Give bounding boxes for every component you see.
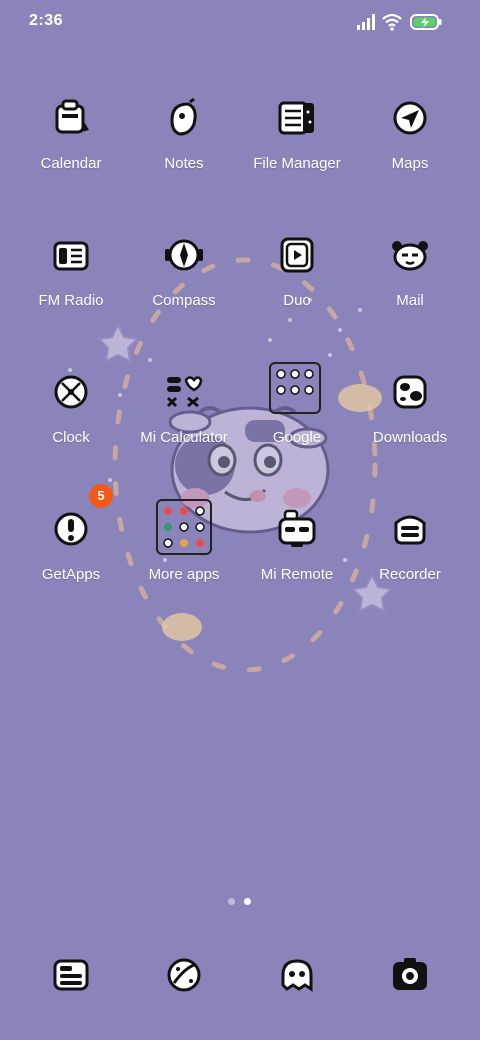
app-fm-radio[interactable]: FM Radio xyxy=(16,235,126,355)
app-label: Mi Remote xyxy=(260,566,334,583)
app-label: Duo xyxy=(283,292,311,309)
signal-icon xyxy=(357,14,375,30)
app-label: Compass xyxy=(152,292,216,309)
wifi-icon xyxy=(382,13,402,31)
app-mi-remote[interactable]: Mi Remote xyxy=(242,509,352,629)
app-recorder[interactable]: Recorder xyxy=(355,509,465,629)
page-indicator xyxy=(228,898,254,906)
more-apps-folder-icon xyxy=(156,499,212,555)
app-clock[interactable]: Clock xyxy=(16,372,126,492)
app-notes[interactable]: Notes xyxy=(129,98,239,218)
app-label: GetApps xyxy=(41,566,101,583)
calculator-icon xyxy=(166,376,203,408)
file-manager-icon xyxy=(278,101,314,135)
duo-icon xyxy=(280,237,314,273)
app-label: More apps xyxy=(148,566,220,583)
recorder-icon xyxy=(394,515,426,545)
app-label: Calendar xyxy=(40,155,102,172)
downloads-icon xyxy=(393,375,427,409)
app-label: Mail xyxy=(396,292,424,309)
clock-icon xyxy=(54,375,88,409)
app-label: Notes xyxy=(164,155,204,172)
app-label: Clock xyxy=(52,429,90,446)
radio-icon xyxy=(53,241,89,271)
app-downloads[interactable]: Downloads xyxy=(355,372,465,492)
page-dot-2-active[interactable] xyxy=(244,898,251,905)
status-icons xyxy=(356,13,452,31)
google-folder-icon xyxy=(269,362,321,414)
status-time: 2:36 xyxy=(29,12,64,29)
app-google-folder[interactable]: Google xyxy=(242,362,352,492)
status-bar: 2:36 xyxy=(0,0,480,44)
app-compass[interactable]: Compass xyxy=(129,235,239,355)
app-mi-calculator[interactable]: Mi Calculator xyxy=(129,372,239,492)
app-label: Maps xyxy=(391,155,429,172)
remote-icon xyxy=(278,509,316,547)
camera-icon[interactable] xyxy=(390,955,430,995)
calendar-icon xyxy=(55,99,89,134)
folder-mini-icons xyxy=(276,369,314,395)
notes-icon xyxy=(170,98,197,136)
notification-badge: 5 xyxy=(89,484,113,508)
app-calendar[interactable]: Calendar xyxy=(16,98,126,218)
folder-mini-icons xyxy=(163,506,205,548)
app-label: Downloads xyxy=(372,429,448,446)
app-label: Recorder xyxy=(379,566,441,583)
app-label: Google xyxy=(272,429,322,446)
browser-icon[interactable] xyxy=(277,955,317,995)
maps-icon xyxy=(393,101,427,135)
page-dot-1[interactable] xyxy=(228,898,235,905)
app-more-apps-folder[interactable]: More apps xyxy=(129,499,239,629)
app-label: File Manager xyxy=(253,155,341,172)
battery-icon xyxy=(410,14,442,30)
app-label: FM Radio xyxy=(38,292,104,309)
app-getapps[interactable]: GetApps xyxy=(16,509,126,629)
app-mail[interactable]: Mail xyxy=(355,235,465,355)
phone-icon[interactable] xyxy=(51,955,91,995)
app-maps[interactable]: Maps xyxy=(355,98,465,218)
getapps-icon xyxy=(54,512,88,546)
messages-icon[interactable] xyxy=(164,955,204,995)
mail-icon xyxy=(392,241,428,271)
app-duo[interactable]: Duo xyxy=(242,235,352,355)
compass-icon xyxy=(165,239,203,271)
app-file-manager[interactable]: File Manager xyxy=(242,98,352,218)
app-label: Mi Calculator xyxy=(140,429,228,446)
